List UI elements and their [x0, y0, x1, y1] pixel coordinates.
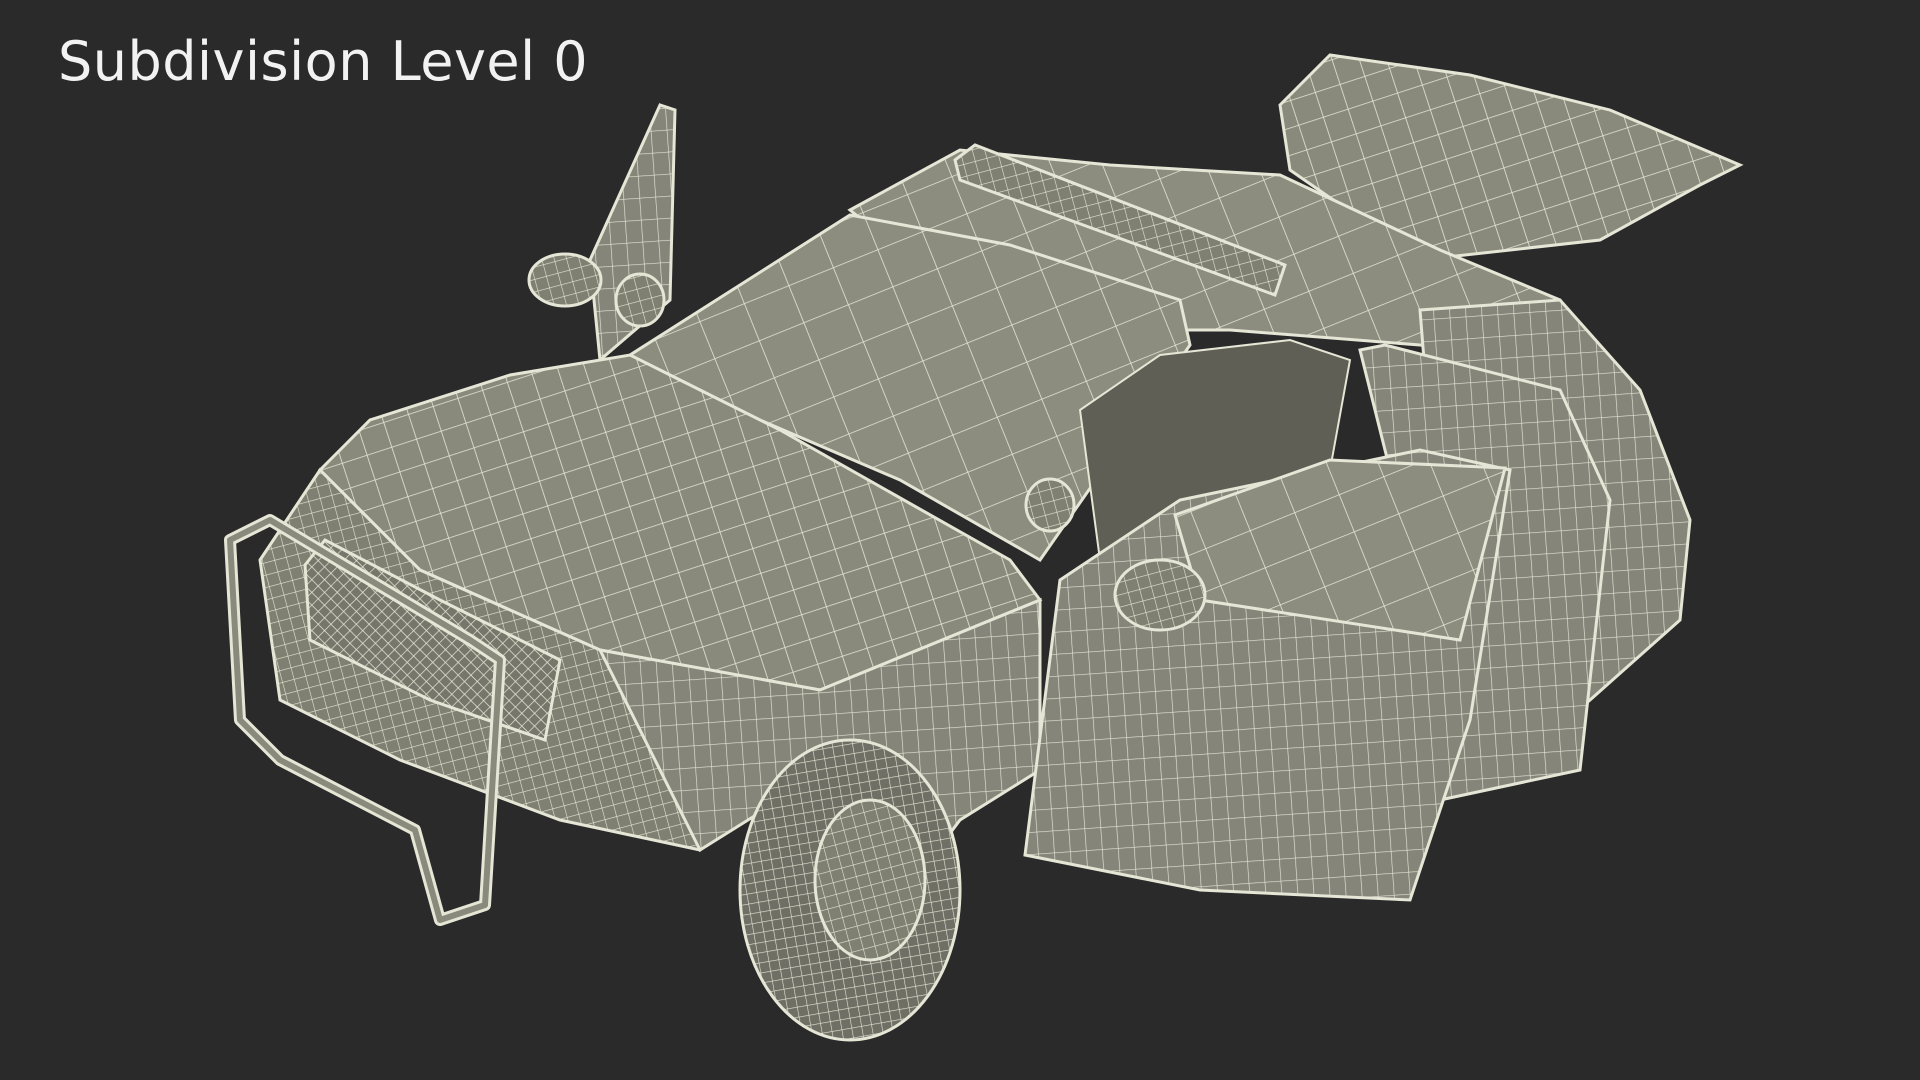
spotlight — [1024, 477, 1076, 533]
wireframe-car-render — [224, 53, 1744, 1042]
caption-title: Subdivision Level 0 — [58, 30, 589, 93]
spotlight-left — [614, 272, 666, 328]
front-wheel-rim — [813, 798, 927, 962]
side-mirror-right — [1113, 558, 1207, 632]
side-mirror-left — [527, 252, 603, 308]
viewport: Subdivision Level 0 — [0, 0, 1920, 1080]
